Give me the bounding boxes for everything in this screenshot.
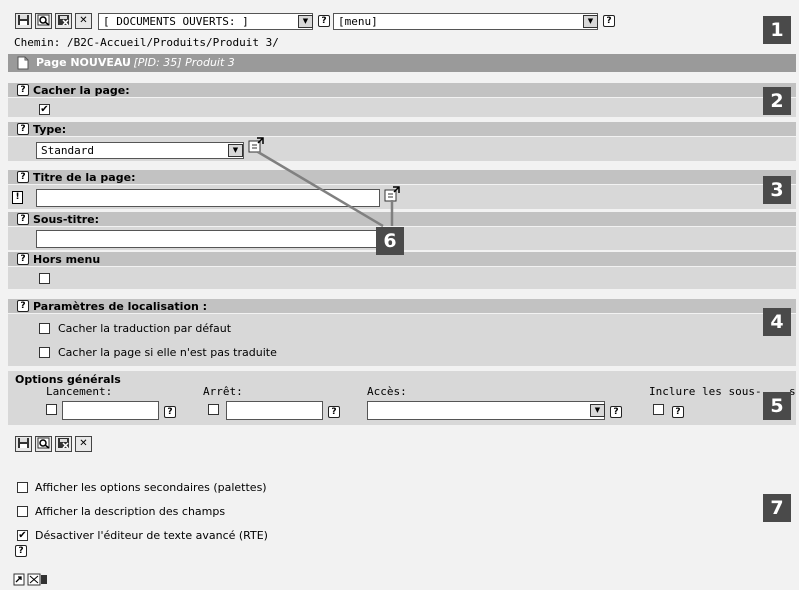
hide-page-checkbox[interactable]: ✔ — [39, 104, 50, 115]
menu-select-value: [menu] — [338, 15, 378, 28]
required-marker-icon: ! — [12, 191, 23, 204]
type-select[interactable]: Standard — [36, 142, 244, 159]
start-date-input[interactable] — [62, 401, 159, 420]
type-label: Type: — [33, 123, 67, 136]
disable-rte-label: Désactiver l'éditeur de texte avancé (RT… — [35, 529, 268, 542]
hide-default-translation-label: Cacher la traduction par défaut — [58, 322, 232, 335]
show-field-descriptions-checkbox[interactable] — [17, 506, 28, 517]
badge-7: 7 — [763, 494, 791, 522]
hide-untranslated-checkbox[interactable] — [39, 347, 50, 358]
show-secondary-options-checkbox[interactable] — [17, 482, 28, 493]
show-secondary-options-label: Afficher les options secondaires (palett… — [35, 481, 267, 494]
save-view-icon[interactable] — [35, 436, 52, 452]
help-icon[interactable]: ? — [17, 84, 29, 96]
chevron-down-icon[interactable]: ▼ — [228, 144, 243, 157]
help-icon[interactable]: ? — [610, 406, 622, 418]
nav-hide-label: Hors menu — [33, 253, 101, 266]
nav-hide-field-row — [8, 267, 796, 289]
start-date-checkbox[interactable] — [46, 404, 57, 415]
disable-rte-checkbox[interactable]: ✔ — [17, 530, 28, 541]
hide-page-field-row — [8, 98, 796, 117]
open-documents-select-value: [ DOCUMENTS OUVERTS: ] — [103, 15, 249, 28]
nav-hide-checkbox[interactable] — [39, 273, 50, 284]
help-icon[interactable]: ? — [328, 406, 340, 418]
help-icon[interactable]: ? — [318, 15, 330, 27]
badge-1: 1 — [763, 16, 791, 44]
badge-5: 5 — [763, 392, 791, 420]
subtitle-input[interactable] — [36, 230, 380, 248]
help-icon[interactable]: ? — [672, 406, 684, 418]
badge-6: 6 — [376, 227, 404, 255]
breadcrumb-path: Chemin: /B2C-Accueil/Produits/Produit 3/ — [14, 36, 279, 49]
chevron-down-icon[interactable]: ▼ — [590, 404, 605, 417]
type-select-value: Standard — [41, 144, 94, 157]
hide-untranslated-label: Cacher la page si elle n'est pas traduit… — [58, 346, 277, 359]
save-close-icon[interactable] — [55, 436, 72, 452]
subtitle-label-row — [8, 212, 796, 226]
close-icon[interactable]: ✕ — [75, 13, 92, 29]
close-icon[interactable]: ✕ — [75, 436, 92, 452]
access-select[interactable] — [367, 401, 605, 420]
page-title-input[interactable] — [36, 189, 380, 207]
include-subpages-checkbox[interactable] — [653, 404, 664, 415]
hide-page-label: Cacher la page: — [33, 84, 130, 97]
page-header-label: Page NOUVEAU — [36, 56, 131, 69]
type-label-row — [8, 122, 796, 136]
edit-page-icon[interactable] — [248, 137, 264, 153]
start-date-label: Lancement: — [46, 385, 113, 398]
shortcut-icon[interactable] — [13, 572, 53, 587]
help-icon[interactable]: ? — [15, 545, 27, 557]
stop-date-input[interactable] — [226, 401, 323, 420]
open-documents-select[interactable]: [ DOCUMENTS OUVERTS: ] — [98, 13, 313, 30]
chevron-down-icon[interactable]: ▼ — [583, 15, 598, 28]
chevron-down-icon[interactable]: ▼ — [298, 15, 313, 28]
save-close-icon[interactable] — [55, 13, 72, 29]
include-subpages-label: Inclure les sous- — [649, 385, 762, 398]
show-field-descriptions-label: Afficher la description des champs — [35, 505, 226, 518]
help-icon[interactable]: ? — [17, 300, 29, 312]
help-icon[interactable]: ? — [17, 123, 29, 135]
edit-wizard-icon[interactable] — [384, 186, 400, 202]
save-icon[interactable] — [15, 13, 32, 29]
page-header-meta: - [PID: 35] Produit 3 — [126, 56, 235, 69]
badge-3: 3 — [763, 176, 791, 204]
help-icon[interactable]: ? — [603, 15, 615, 27]
page-icon — [17, 56, 29, 70]
help-icon[interactable]: ? — [17, 213, 29, 225]
title-label: Titre de la page: — [33, 171, 136, 184]
page-header-bar: Page NOUVEAU - [PID: 35] Produit 3 — [8, 54, 796, 72]
menu-select[interactable]: [menu] — [333, 13, 598, 30]
save-icon[interactable] — [15, 436, 32, 452]
bottom-link-icons — [13, 572, 53, 587]
stop-date-checkbox[interactable] — [208, 404, 219, 415]
localization-label: Paramètres de localisation : — [33, 300, 208, 313]
subtitle-label: Sous-titre: — [33, 213, 99, 226]
access-label: Accès: — [367, 385, 407, 398]
hide-default-translation-checkbox[interactable] — [39, 323, 50, 334]
stop-date-label: Arrêt: — [203, 385, 243, 398]
badge-2: 2 — [763, 87, 791, 115]
save-view-icon[interactable] — [35, 13, 52, 29]
help-icon[interactable]: ? — [164, 406, 176, 418]
help-icon[interactable]: ? — [17, 253, 29, 265]
badge-4: 4 — [763, 308, 791, 336]
help-icon[interactable]: ? — [17, 171, 29, 183]
